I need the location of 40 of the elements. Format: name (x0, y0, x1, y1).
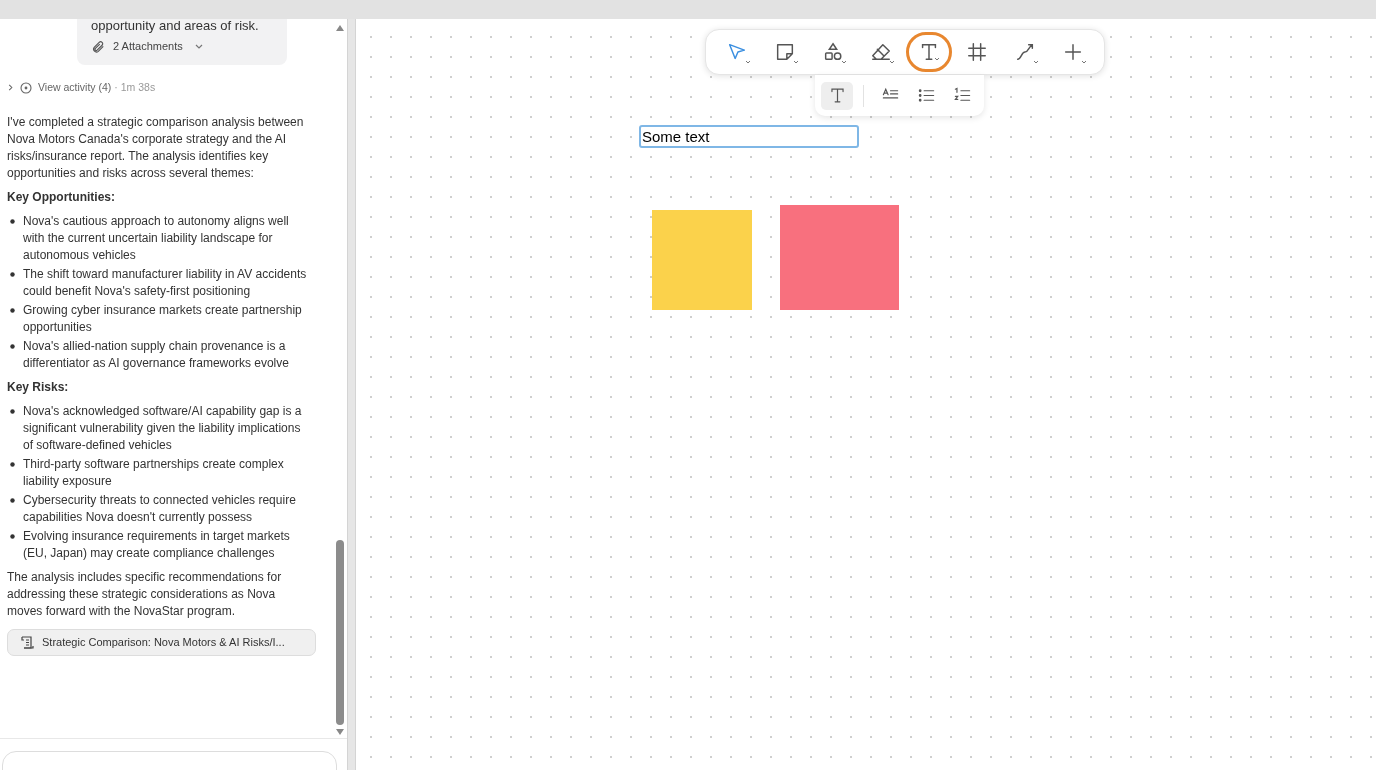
chevron-down-icon (934, 57, 940, 61)
activity-icon (20, 81, 32, 94)
chevron-down-icon (194, 43, 203, 50)
bulleted-list-icon (916, 86, 936, 105)
bullet-icon (10, 272, 15, 277)
message-paragraph: I've completed a strategic comparison analysis between Nova Motors Canada's corporate strategy and the AI risks/insurance report. The analysis identifies key opportunities and risks across several themes: (7, 114, 305, 182)
text-option-button[interactable] (821, 81, 853, 110)
chevron-down-icon (793, 60, 799, 64)
list-item-text: Third-party software partnerships create complex liability exposure (23, 456, 285, 490)
list-item-text: Growing cyber insurance markets create partnership opportunities (23, 302, 303, 336)
view-activity-toggle[interactable]: View activity (4) · 1m 38s (7, 79, 156, 96)
chevron-down-icon (1033, 60, 1039, 64)
chevron-down-icon (889, 60, 895, 64)
list-item-text: Nova's cautious approach to autonomy aligns well with the current uncertain liability landscape for autonomous vehicles (23, 213, 290, 264)
bullet-icon (10, 462, 15, 467)
attachments-toggle[interactable]: 2 Attachments (91, 38, 273, 55)
tool-button[interactable] (906, 32, 952, 72)
chevron-down-icon (841, 60, 847, 64)
paperclip-icon (91, 39, 105, 54)
bullet-icon (10, 308, 15, 313)
message-text: opportunity and areas of risk. (91, 19, 260, 33)
chevron-down-icon (1081, 60, 1087, 64)
list-item-text: The shift toward manufacturer liability in AV accidents could benefit Nova's safety-first positioning (23, 266, 308, 300)
bullet-icon (10, 409, 15, 414)
list-item-text: Cybersecurity threats to connected vehicles require capabilities Nova doesn't currently possess (23, 492, 297, 526)
bullet-icon (10, 534, 15, 539)
list-item-text: Evolving insurance requirements in target markets (EU, Japan) may create compliance challenges (23, 528, 291, 562)
text-box[interactable]: Some text (639, 125, 859, 148)
chevron-right-icon (7, 84, 14, 91)
message-paragraph: The analysis includes specific recommendations for addressing these strategic considerations as Nova moves forward with the NovaStar program. (7, 569, 283, 620)
artifact-button[interactable]: Strategic Comparison: Nova Motors & AI Risks/I... (7, 629, 316, 656)
list-item-text: Nova's allied-nation supply chain provenance is a differentiator as AI governance frameworks evolve (23, 338, 290, 372)
document-icon (21, 636, 35, 649)
section-heading: Key Risks: (7, 379, 70, 396)
bullet-icon (10, 498, 15, 503)
list-item-text: Nova's acknowledged software/AI capability gap is a significant vulnerability given the liability implications of software-defined vehicles (23, 403, 303, 454)
bullet-icon (10, 219, 15, 224)
section-heading: Key Opportunities: (7, 189, 116, 206)
bullet-icon (10, 344, 15, 349)
chevron-down-icon (745, 60, 751, 64)
